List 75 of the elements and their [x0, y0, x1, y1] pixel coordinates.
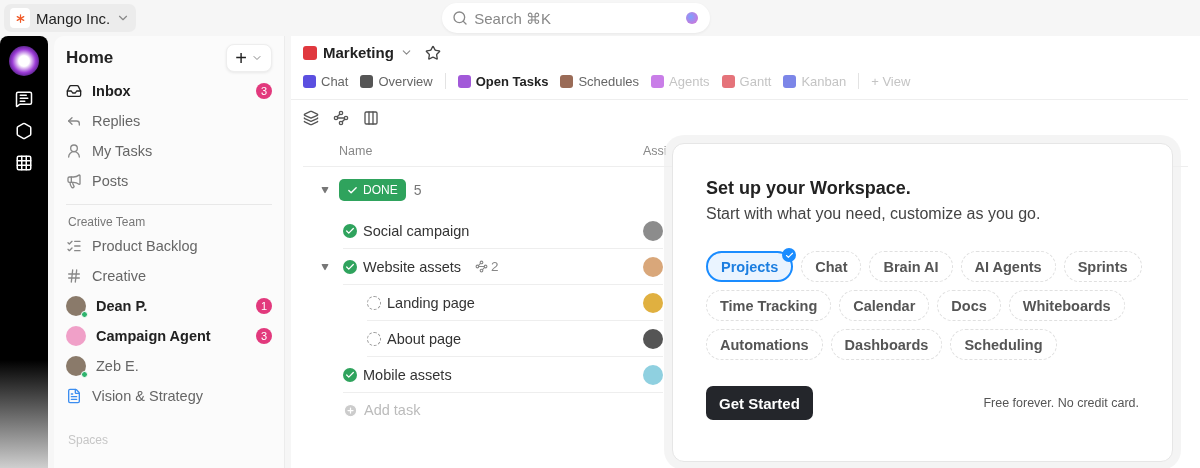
sidebar-item[interactable]: Zeb E. [66, 351, 272, 381]
subtask-count: 2 [475, 259, 499, 274]
group-count: 5 [413, 182, 422, 198]
add-button[interactable]: + [226, 44, 272, 72]
sidebar-item[interactable]: Vision & Strategy [66, 381, 272, 411]
view-tab[interactable]: Overview [360, 73, 433, 89]
posts-icon [66, 173, 82, 189]
task-name: About page [387, 330, 462, 347]
sidebar-title: Home [66, 48, 114, 68]
chat-icon[interactable] [15, 90, 33, 108]
layers-icon[interactable] [303, 110, 319, 126]
task-name: Social campaign [363, 222, 470, 239]
column-header: Assi [643, 144, 667, 158]
sidebar-item[interactable]: Replies [66, 106, 272, 136]
doc-icon [66, 388, 82, 404]
option-chip[interactable]: Dashboards [830, 329, 943, 360]
column-header: Name [339, 144, 374, 158]
card-subtitle: Start with what you need, customize as you go. [706, 205, 1042, 223]
search-icon [452, 10, 469, 26]
sidebar-item[interactable]: Product Backlog [66, 231, 272, 261]
section-heading: Creative Team [68, 215, 147, 229]
option-chip[interactable]: Chat [801, 251, 862, 282]
logo-icon [10, 8, 30, 28]
sidebar-item[interactable]: Creative [66, 261, 272, 291]
option-chip[interactable]: Scheduling [950, 329, 1057, 360]
option-chip[interactable]: Projects [706, 251, 794, 282]
sidebar-item[interactable]: Campaign Agent 3 [66, 321, 272, 351]
ai-icon[interactable] [15, 122, 33, 140]
card-note: Free forever. No credit card. [983, 396, 1139, 410]
task-name: Landing page [387, 294, 475, 311]
channel-icon [66, 268, 82, 284]
star-icon[interactable] [424, 44, 441, 61]
option-chip[interactable]: Brain AI [869, 251, 953, 282]
count-badge: 3 [256, 328, 272, 344]
task-name: Website assets [363, 258, 462, 275]
option-chip[interactable]: Calendar [839, 290, 930, 321]
task-row[interactable]: Landing page [367, 285, 663, 321]
workspace-switcher[interactable]: Mango Inc. [4, 4, 137, 32]
task-row[interactable]: Website assets 2 [343, 249, 663, 285]
sidebar-item[interactable]: My Tasks [66, 136, 272, 166]
count-badge: 1 [256, 298, 272, 314]
plus-icon [343, 402, 358, 418]
task-row[interactable]: Mobile assets [343, 357, 663, 393]
list-icon [66, 238, 82, 254]
sidebar-item[interactable]: Posts [66, 166, 272, 196]
sidebar-item[interactable]: Inbox 3 [66, 76, 272, 106]
search-field[interactable]: Search ⌘K [442, 3, 711, 33]
view-tab[interactable]: Chat [303, 73, 349, 89]
option-chip[interactable]: Docs [937, 290, 1001, 321]
view-tab[interactable]: Schedules [560, 73, 640, 89]
sidebar-item[interactable]: Dean P. 1 [66, 291, 272, 321]
count-badge: 3 [256, 83, 272, 99]
check-icon [782, 248, 797, 262]
app-logo-icon[interactable] [9, 46, 39, 76]
inbox-icon [66, 83, 82, 99]
space-icon [303, 45, 317, 60]
option-chip[interactable]: Sprints [1063, 251, 1142, 282]
task-row[interactable]: Social campaign [343, 213, 663, 249]
option-chip[interactable]: Automations [706, 329, 823, 360]
option-chip[interactable]: Time Tracking [706, 290, 832, 321]
apps-icon[interactable] [15, 154, 33, 172]
subtasks-icon[interactable] [333, 110, 349, 126]
option-chip[interactable]: Whiteboards [1008, 290, 1125, 321]
option-chip[interactable]: AI Agents [960, 251, 1056, 282]
space-name[interactable]: Marketing [323, 44, 394, 61]
avatar-icon [66, 326, 86, 346]
card-title: Set up your Workspace. [706, 178, 912, 199]
view-tab[interactable]: Open Tasks [457, 73, 549, 89]
tasks-icon [66, 143, 82, 159]
caret-icon[interactable] [321, 262, 331, 271]
task-name: Mobile assets [363, 366, 452, 383]
task-row[interactable]: About page [367, 321, 663, 357]
columns-icon[interactable] [363, 110, 379, 126]
get-started-button[interactable]: Get Started [706, 386, 813, 420]
caret-icon[interactable] [321, 186, 331, 194]
